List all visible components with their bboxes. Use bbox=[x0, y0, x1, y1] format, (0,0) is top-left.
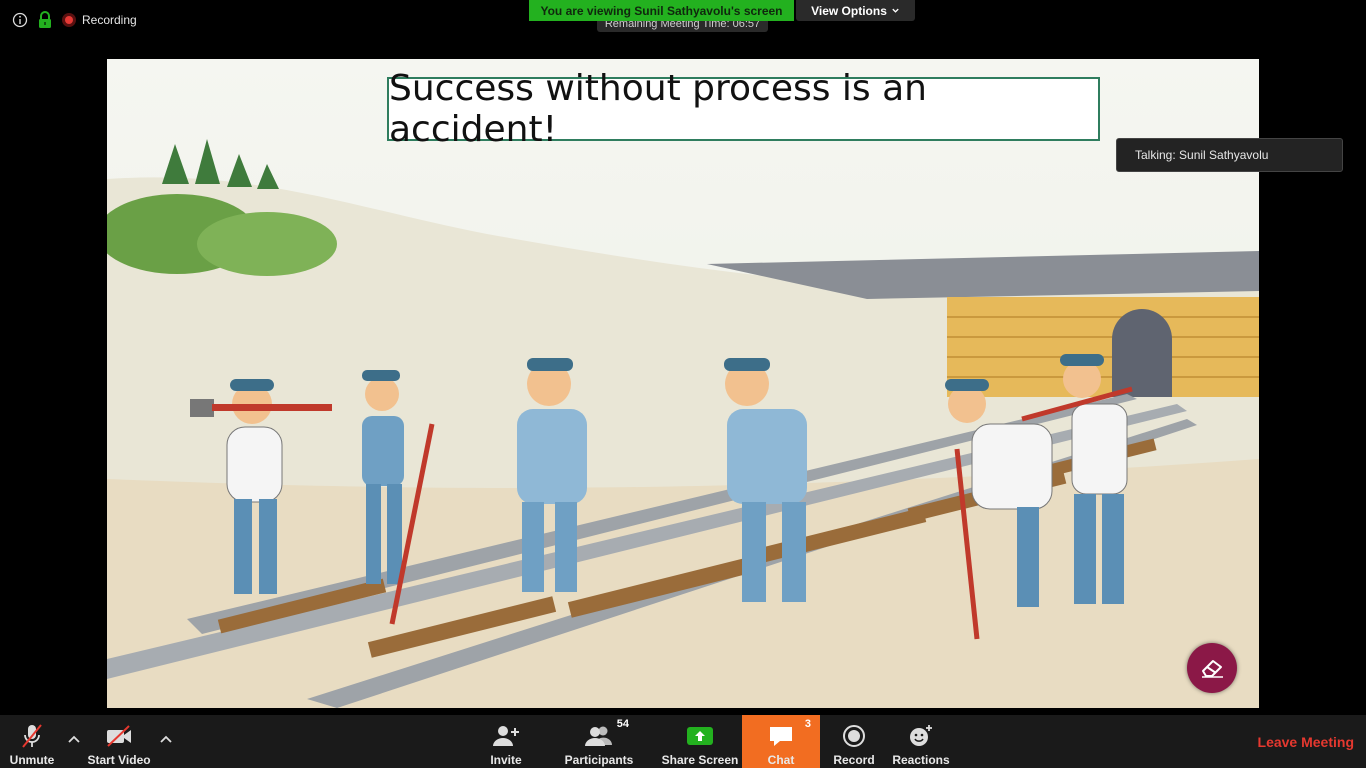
microphone-muted-icon bbox=[22, 724, 42, 748]
view-options-button[interactable]: View Options bbox=[796, 0, 915, 21]
recording-label: Recording bbox=[82, 13, 137, 27]
record-label: Record bbox=[833, 753, 875, 767]
chat-label: Chat bbox=[767, 753, 795, 767]
share-screen-label: Share Screen bbox=[661, 753, 739, 767]
meeting-toolbar: Unmute Start Video Invite 54 Participant… bbox=[0, 715, 1366, 768]
share-screen-button[interactable]: Share Screen bbox=[661, 715, 739, 768]
reactions-button[interactable]: Reactions bbox=[892, 715, 950, 768]
recording-indicator[interactable]: Recording bbox=[62, 13, 137, 27]
unmute-label: Unmute bbox=[9, 753, 55, 767]
chat-button[interactable]: 3 Chat bbox=[742, 715, 820, 768]
participants-icon bbox=[585, 726, 612, 746]
meeting-status-bar: Recording bbox=[12, 10, 137, 30]
active-speaker-label: Talking: Sunil Sathyavolu bbox=[1116, 138, 1343, 172]
viewing-screen-banner: You are viewing Sunil Sathyavolu's scree… bbox=[529, 0, 794, 21]
record-icon bbox=[843, 725, 865, 747]
chat-bubble-icon bbox=[770, 727, 792, 746]
info-icon[interactable] bbox=[12, 12, 28, 28]
participants-count: 54 bbox=[616, 718, 629, 730]
invite-button[interactable]: Invite bbox=[478, 715, 534, 768]
leave-meeting-button[interactable]: Leave Meeting bbox=[1258, 734, 1354, 750]
video-options-caret[interactable] bbox=[158, 731, 174, 747]
record-button[interactable]: Record bbox=[828, 715, 880, 768]
audio-options-caret[interactable] bbox=[66, 731, 82, 747]
lock-icon[interactable] bbox=[38, 11, 52, 29]
chevron-up-icon bbox=[68, 735, 80, 743]
invite-label: Invite bbox=[490, 753, 522, 767]
reactions-label: Reactions bbox=[892, 753, 950, 767]
chevron-up-icon bbox=[160, 735, 172, 743]
unmute-button[interactable]: Unmute bbox=[6, 715, 58, 768]
start-video-button[interactable]: Start Video bbox=[87, 715, 151, 768]
recording-dot-icon bbox=[62, 13, 76, 27]
participants-button[interactable]: 54 Participants bbox=[564, 715, 634, 768]
view-options-label: View Options bbox=[811, 3, 887, 18]
smiley-add-icon bbox=[910, 725, 932, 746]
chat-unread-count: 3 bbox=[804, 718, 811, 730]
slide-title: Success without process is an accident! bbox=[387, 68, 1100, 150]
video-camera-off-icon bbox=[107, 725, 131, 747]
eraser-icon bbox=[1202, 660, 1223, 678]
chevron-down-icon bbox=[892, 8, 899, 13]
start-video-label: Start Video bbox=[87, 753, 151, 767]
participants-label: Participants bbox=[564, 753, 634, 767]
annotate-button[interactable] bbox=[1187, 643, 1237, 693]
shared-screen: Success without process is an accident! bbox=[107, 59, 1259, 708]
add-person-icon bbox=[493, 726, 519, 746]
share-screen-icon bbox=[687, 727, 713, 745]
railway-workers-cartoon bbox=[107, 59, 1259, 708]
